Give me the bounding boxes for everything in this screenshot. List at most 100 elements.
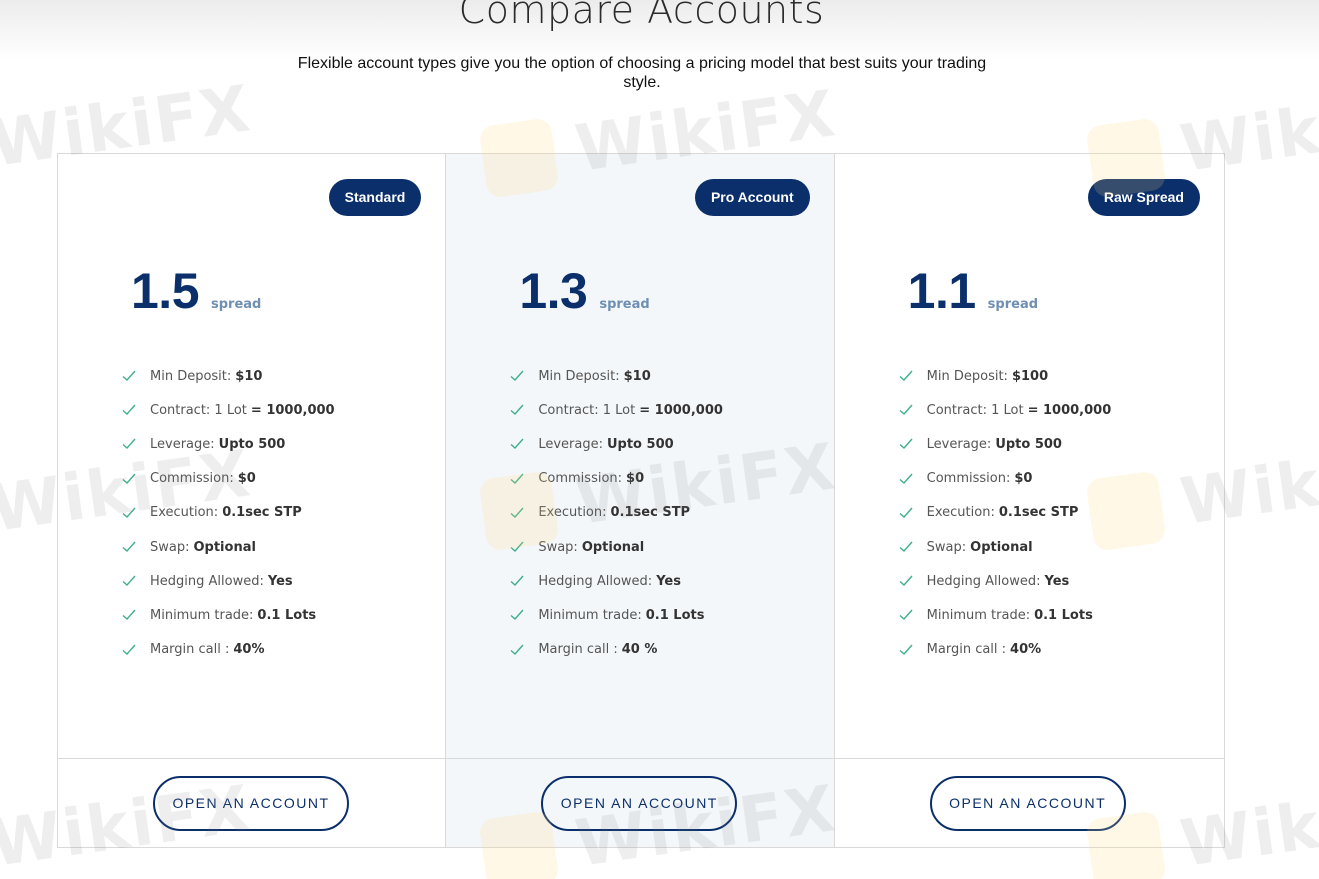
check-icon [122, 644, 136, 655]
feature-value: Optional [193, 539, 256, 555]
account-card-standard: Standard 1.5 spread Min Deposit: $10 Cont… [58, 154, 447, 847]
feature-value: Optional [581, 539, 645, 555]
check-icon [899, 370, 913, 382]
feature-item: Contract: 1 Lot = 1000,000 [510, 393, 723, 427]
feature-label: Min Deposit: [538, 368, 620, 384]
check-icon [899, 439, 913, 450]
open-account-button[interactable]: OPEN AN ACCOUNT [929, 776, 1126, 831]
check-icon [510, 644, 524, 655]
spread-label: spread [211, 297, 262, 312]
feature-item: Hedging Allowed: Yes [899, 564, 1112, 598]
feature-item: Minimum trade: 0.1 Lots [899, 598, 1112, 632]
open-account-button[interactable]: OPEN AN ACCOUNT [541, 776, 738, 831]
open-account-button[interactable]: OPEN AN ACCOUNT [153, 776, 349, 831]
spread-label: spread [599, 297, 650, 312]
spread-display: 1.3 spread [519, 262, 649, 320]
spread-display: 1.1 spread [908, 262, 1038, 320]
feature-item: Min Deposit: $10 [510, 359, 723, 393]
spread-value: 1.1 [907, 263, 977, 319]
check-icon [510, 473, 524, 484]
check-icon [899, 404, 913, 416]
feature-item: Min Deposit: $10 [122, 359, 335, 393]
check-icon [899, 609, 913, 621]
account-badge: Standard [328, 179, 422, 216]
subtitle-line-1: Flexible account types give you the opti… [297, 55, 987, 72]
feature-label: Contract: 1 Lot [150, 402, 247, 418]
feature-item: Leverage: Upto 500 [899, 427, 1112, 461]
feature-label: Leverage: [926, 436, 992, 452]
card-footer: OPEN AN ACCOUNT [58, 758, 446, 847]
feature-item: Commission: $0 [899, 462, 1112, 496]
feature-value: Upto 500 [218, 436, 286, 452]
feature-item: Swap: Optional [122, 530, 335, 564]
feature-label: Minimum trade: [538, 607, 642, 623]
feature-value: = 1000,000 [639, 402, 723, 418]
feature-item: Margin call :40 % [510, 633, 723, 667]
feature-label: Min Deposit: [926, 368, 1008, 384]
check-icon [122, 404, 136, 416]
account-comparison-grid: Standard 1.5 spread Min Deposit: $10 Cont… [57, 153, 1225, 848]
account-card-pro: Pro Account 1.3 spread Min Deposit: $10 C… [446, 154, 835, 847]
feature-label: Hedging Allowed: [926, 573, 1041, 589]
feature-value: = 1000,000 [1027, 402, 1112, 418]
feature-label: Contract: 1 Lot [926, 402, 1024, 418]
feature-label: Swap: [926, 539, 967, 555]
check-icon [510, 541, 524, 553]
feature-label: Leverage: [150, 436, 215, 452]
feature-value: 0.1 Lots [1034, 607, 1093, 623]
feature-item: Execution: 0.1sec STP [510, 496, 723, 530]
feature-value: Yes [267, 573, 293, 589]
check-icon [122, 370, 136, 382]
check-icon [510, 507, 524, 518]
feature-value: Yes [1044, 573, 1070, 589]
feature-list: Min Deposit: $10 Contract: 1 Lot = 1000,00… [510, 359, 723, 667]
feature-item: Swap: Optional [899, 530, 1112, 564]
feature-value: 0.1sec STP [222, 505, 302, 521]
feature-label: Min Deposit: [150, 368, 232, 384]
account-card-raw-spread: Raw Spread 1.1 spread Min Deposit: $100 C… [834, 154, 1224, 847]
check-icon [510, 370, 524, 382]
page-title: Compare Accounts [458, 0, 825, 32]
check-icon [122, 575, 136, 587]
feature-label: Hedging Allowed: [538, 573, 653, 589]
spread-label: spread [987, 297, 1039, 312]
feature-item: Min Deposit: $100 [899, 359, 1112, 393]
feature-label: Swap: [150, 539, 190, 555]
feature-label: Execution: [150, 505, 219, 521]
feature-item: Minimum trade: 0.1 Lots [510, 598, 723, 632]
feature-value: 40% [233, 642, 265, 658]
feature-label: Margin call : [150, 642, 230, 658]
check-icon [899, 575, 913, 587]
feature-value: $0 [237, 471, 256, 487]
check-icon [122, 609, 136, 621]
feature-item: Margin call :40% [899, 633, 1112, 667]
check-icon [122, 473, 136, 484]
card-footer: OPEN AN ACCOUNT [446, 758, 834, 847]
feature-item: Leverage: Upto 500 [510, 427, 723, 461]
feature-label: Margin call : [926, 642, 1007, 658]
account-badge: Raw Spread [1087, 179, 1200, 216]
feature-value: 0.1sec STP [610, 505, 691, 521]
spread-value: 1.3 [519, 263, 588, 319]
feature-item: Execution: 0.1sec STP [899, 496, 1112, 530]
card-footer: OPEN AN ACCOUNT [834, 758, 1224, 847]
feature-item: Commission: $0 [510, 462, 723, 496]
feature-label: Commission: [538, 471, 623, 487]
check-icon [899, 507, 913, 518]
check-icon [899, 541, 913, 553]
feature-value: $10 [235, 368, 263, 384]
feature-label: Execution: [538, 505, 607, 521]
check-icon [122, 507, 136, 518]
feature-value: 0.1sec STP [998, 505, 1079, 521]
check-icon [122, 439, 136, 450]
feature-label: Margin call : [538, 642, 618, 658]
feature-label: Hedging Allowed: [150, 573, 264, 589]
feature-value: $10 [623, 368, 651, 384]
feature-item: Execution: 0.1sec STP [122, 496, 335, 530]
feature-item: Hedging Allowed: Yes [510, 564, 723, 598]
feature-label: Commission: [926, 471, 1011, 487]
subtitle-line-2: style. [623, 74, 661, 91]
feature-value: Optional [970, 539, 1033, 555]
check-icon [510, 609, 524, 621]
feature-label: Leverage: [538, 436, 603, 452]
